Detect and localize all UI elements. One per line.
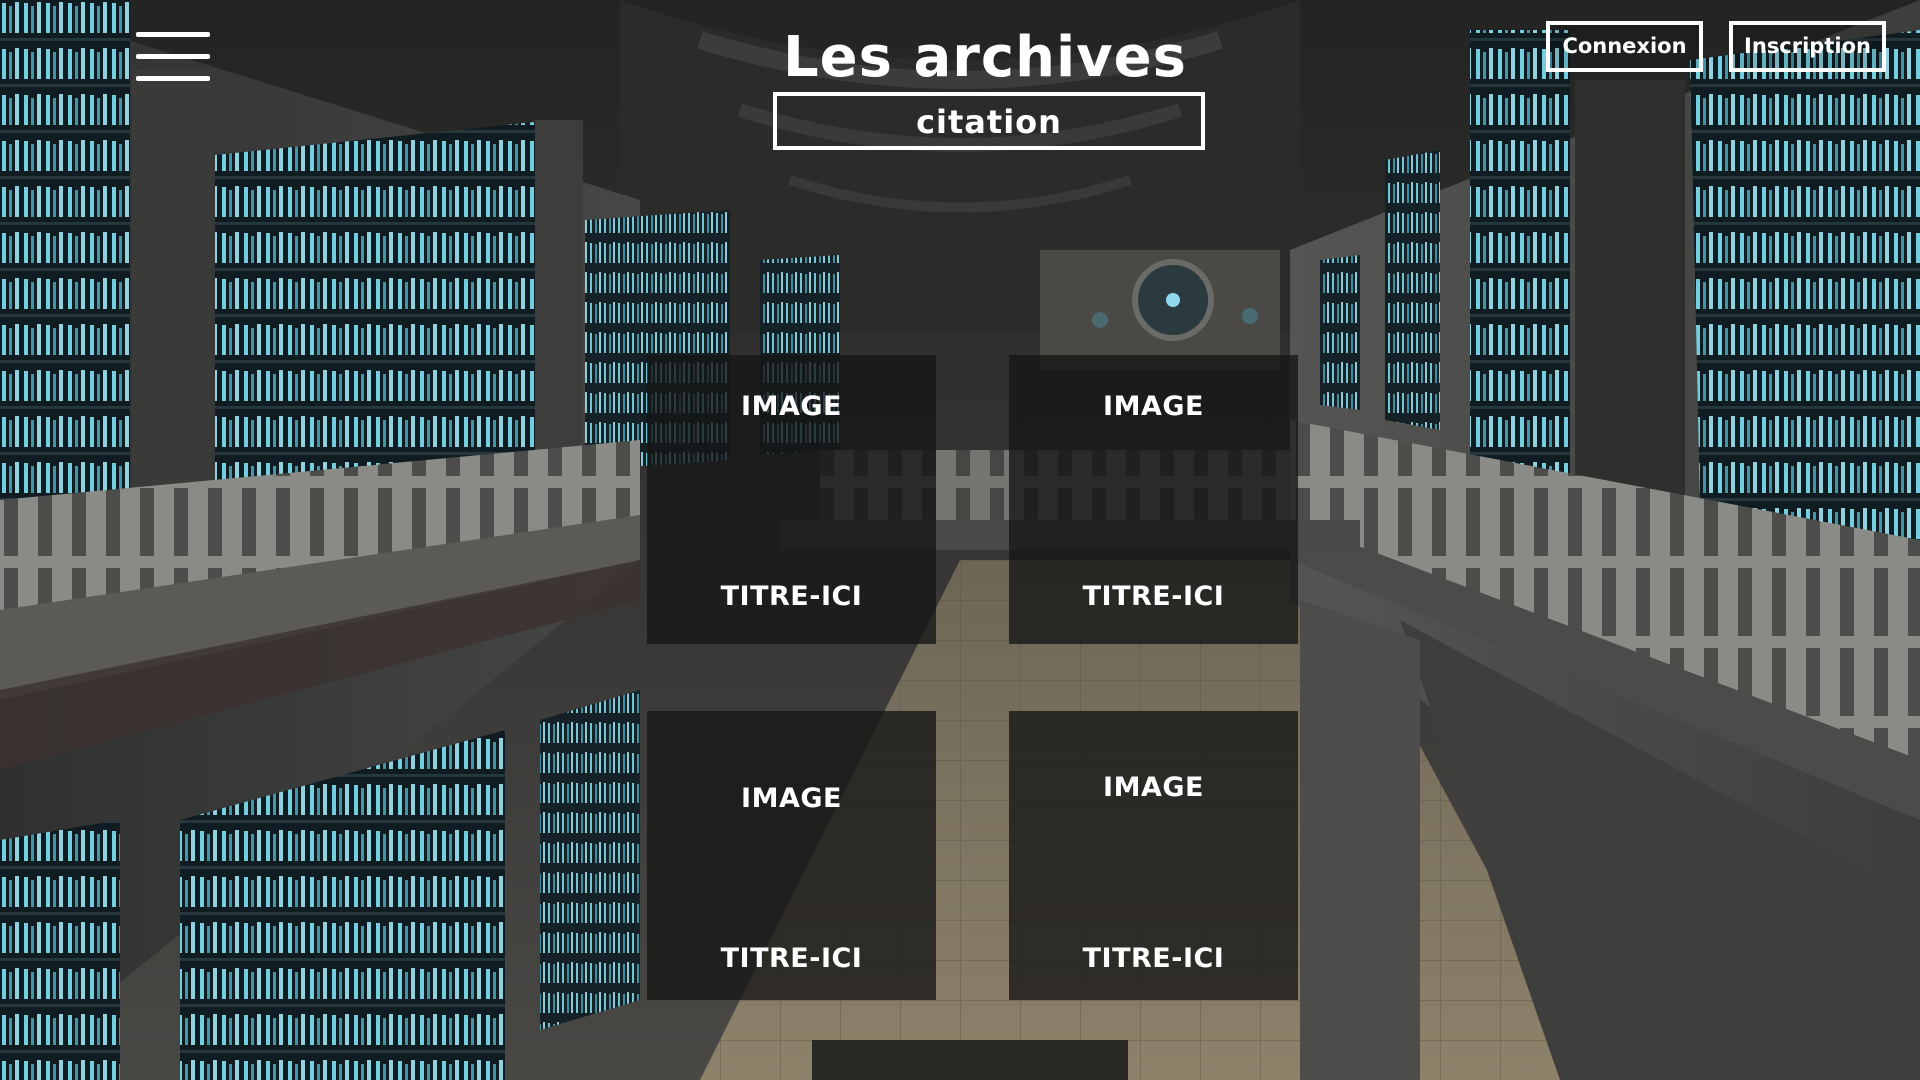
page-title: Les archives (783, 25, 1187, 90)
card-image-placeholder: IMAGE (1103, 772, 1204, 803)
menu-bar (136, 54, 210, 59)
archive-card[interactable]: IMAGE TITRE-ICI (1009, 355, 1298, 644)
archive-card[interactable]: IMAGE TITRE-ICI (647, 355, 936, 644)
menu-bar (136, 76, 210, 81)
card-title: TITRE-ICI (720, 943, 863, 974)
bottom-panel (812, 1040, 1128, 1080)
menu-bar (136, 32, 210, 37)
archive-hall-background (0, 0, 1920, 1080)
card-title: TITRE-ICI (1082, 943, 1225, 974)
quote-box: citation (773, 92, 1205, 150)
archive-card[interactable]: IMAGE TITRE-ICI (647, 711, 936, 1000)
hamburger-menu-icon[interactable] (136, 30, 212, 82)
archive-hall-illustration (0, 0, 1920, 1080)
signup-button[interactable]: Inscription (1729, 21, 1886, 72)
card-image-placeholder: IMAGE (741, 391, 842, 422)
card-title: TITRE-ICI (1082, 581, 1225, 612)
card-image-placeholder: IMAGE (1103, 391, 1204, 422)
card-title: TITRE-ICI (720, 581, 863, 612)
login-button[interactable]: Connexion (1546, 21, 1703, 72)
archive-card[interactable]: IMAGE TITRE-ICI (1009, 711, 1298, 1000)
card-image-placeholder: IMAGE (741, 783, 842, 814)
